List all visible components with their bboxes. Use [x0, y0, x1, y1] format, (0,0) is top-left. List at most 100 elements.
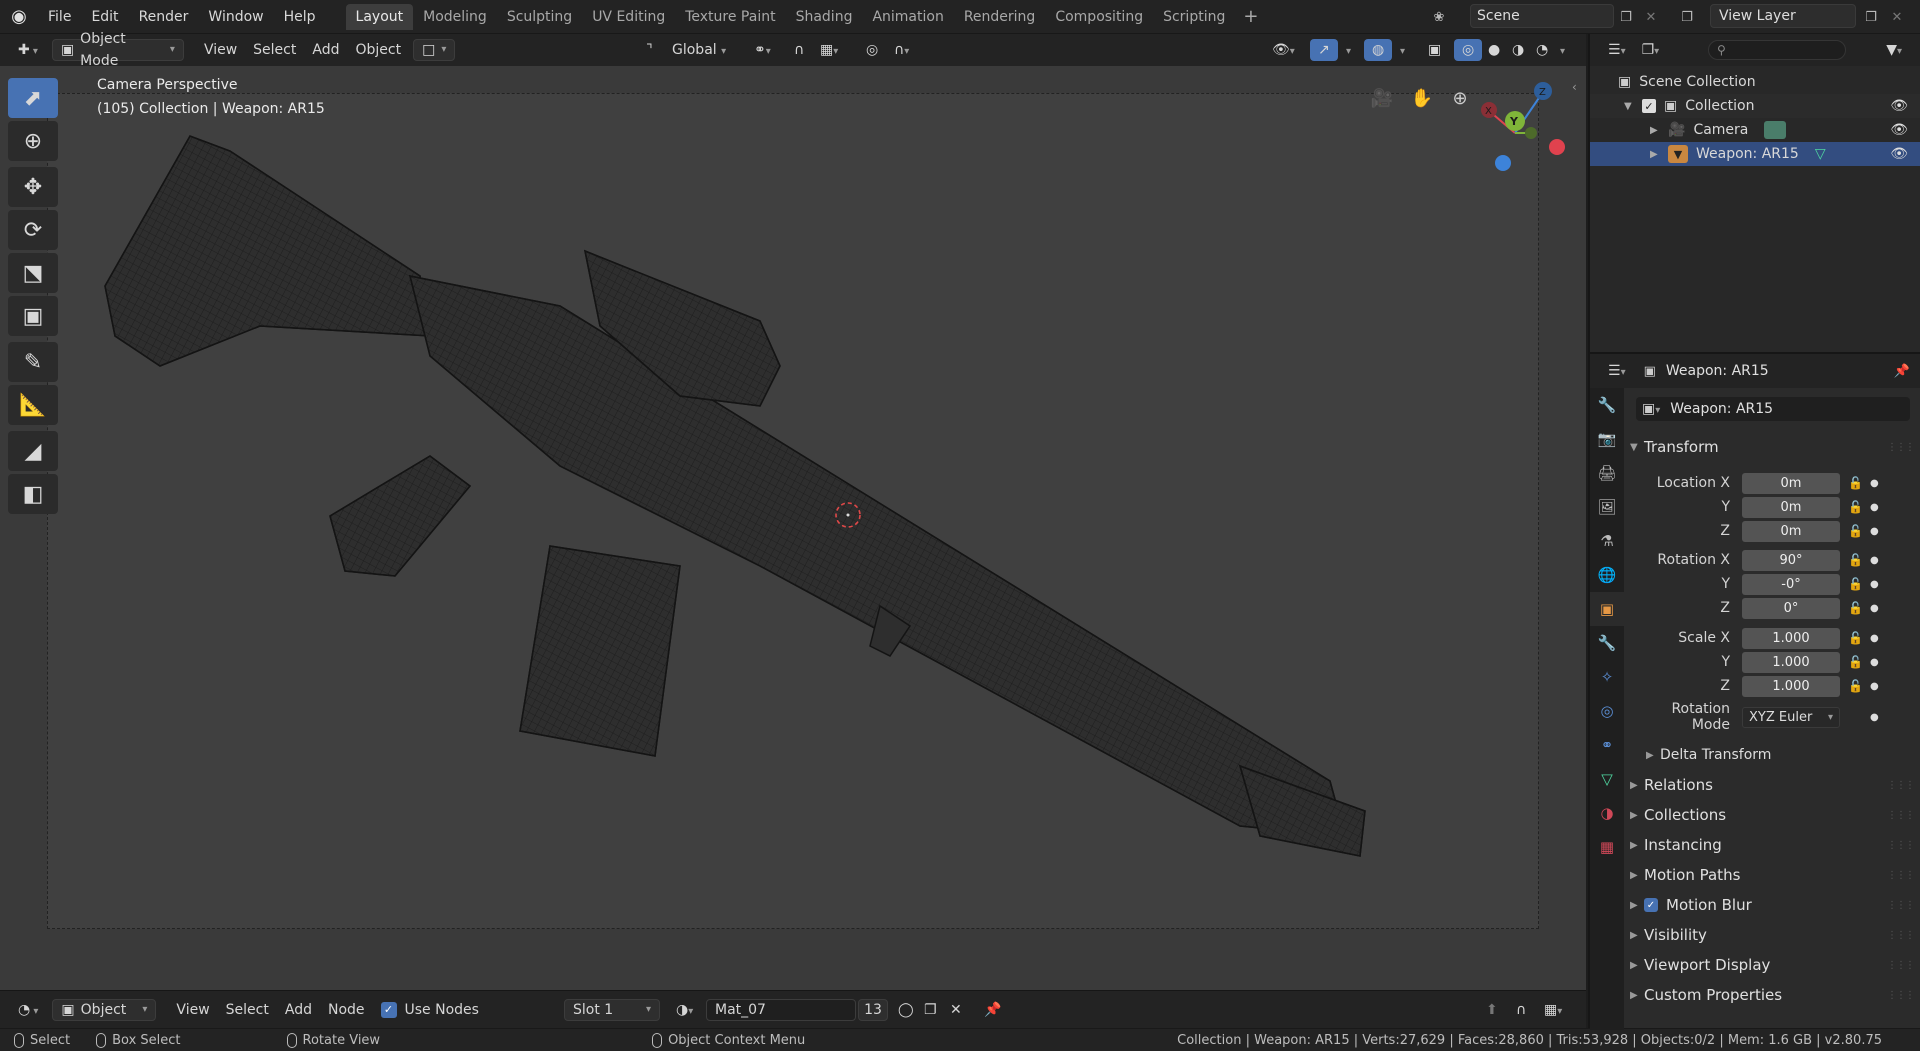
material-browse-icon[interactable]: ◑▾: [668, 999, 701, 1021]
delta-transform-header[interactable]: ▶ Delta Transform: [1646, 743, 1916, 767]
pin-icon[interactable]: 📌: [976, 999, 1009, 1021]
pan-hand-icon[interactable]: ✋: [1406, 82, 1438, 114]
measure-tool-icon[interactable]: 📐: [8, 385, 58, 425]
duplicate-material-icon[interactable]: ❐: [916, 999, 945, 1021]
add-cube-tool-icon[interactable]: ◢: [8, 431, 58, 471]
snap-target-icon[interactable]: ▦▾: [812, 39, 846, 61]
viewport-display-panel-header[interactable]: ▶ Viewport Display ⋮⋮⋮: [1630, 952, 1920, 978]
visibility-icon[interactable]: 👁▾: [1264, 39, 1303, 61]
material-users-count[interactable]: 13: [858, 998, 888, 1021]
node-menu-add[interactable]: Add: [277, 999, 320, 1021]
lock-icon[interactable]: 🔓: [1848, 631, 1866, 645]
output-tab-icon[interactable]: 🖨: [1590, 456, 1624, 490]
new-view-layer-icon[interactable]: ❐: [1860, 6, 1882, 28]
gizmos-dropdown-icon[interactable]: ▾: [1338, 39, 1359, 61]
gizmos-icon[interactable]: ↗: [1310, 39, 1338, 61]
relations-panel-header[interactable]: ▶ Relations ⋮⋮⋮: [1630, 772, 1920, 798]
tool-tab-icon[interactable]: 🔧: [1590, 388, 1624, 422]
disclosure-triangle-icon[interactable]: ▶: [1650, 125, 1664, 136]
camera-data-icon[interactable]: [1764, 121, 1787, 139]
drag-handle-icon[interactable]: ⋮⋮⋮: [1887, 442, 1915, 453]
delete-view-layer-icon[interactable]: ✕: [1886, 6, 1908, 28]
view-layer-icon[interactable]: ❐: [1676, 6, 1698, 28]
slot-dropdown[interactable]: Slot 1 ▾: [564, 998, 660, 1021]
outliner-editor-type-icon[interactable]: ☰▾: [1600, 39, 1634, 61]
transform-panel-header[interactable]: ▼ Transform ⋮⋮⋮: [1630, 434, 1920, 460]
menu-edit[interactable]: Edit: [81, 4, 128, 30]
drag-handle-icon[interactable]: ⋮⋮⋮: [1887, 930, 1915, 941]
physics-tab-icon[interactable]: ◎: [1590, 694, 1624, 728]
wireframe-shading-icon[interactable]: ◎: [1454, 39, 1483, 61]
keyframe-dot-icon[interactable]: ●: [1870, 478, 1879, 489]
orientation-dropdown[interactable]: Global ▾: [664, 39, 734, 61]
disclosure-triangle-icon[interactable]: ▼: [1624, 101, 1638, 112]
keyframe-dot-icon[interactable]: ●: [1870, 633, 1879, 644]
motion-blur-panel-header[interactable]: ▶ ✓ Motion Blur ⋮⋮⋮: [1630, 892, 1920, 918]
snap-grid-icon[interactable]: ▦▾: [1536, 999, 1570, 1021]
location-z-field[interactable]: 0m: [1742, 520, 1840, 542]
menu-select[interactable]: Select: [245, 39, 304, 61]
delete-scene-icon[interactable]: ✕: [1640, 6, 1662, 28]
lock-icon[interactable]: 🔓: [1848, 476, 1866, 490]
tab-modeling[interactable]: Modeling: [413, 4, 497, 30]
outliner-item-camera[interactable]: ▶ 🎥 Camera 👁: [1590, 118, 1920, 142]
new-scene-icon[interactable]: ❐: [1615, 6, 1637, 28]
data-tab-icon[interactable]: ▽: [1590, 762, 1624, 796]
lock-icon[interactable]: 🔓: [1848, 679, 1866, 693]
scene-selector-icon[interactable]: ❀: [1428, 6, 1450, 28]
parent-node-tree-icon[interactable]: ⬆: [1478, 999, 1506, 1021]
particles-tab-icon[interactable]: ✧: [1590, 660, 1624, 694]
outliner-scene-collection[interactable]: ▣ Scene Collection: [1590, 70, 1920, 94]
keyframe-dot-icon[interactable]: ●: [1870, 526, 1879, 537]
visibility-panel-header[interactable]: ▶ Visibility ⋮⋮⋮: [1630, 922, 1920, 948]
tab-scripting[interactable]: Scripting: [1153, 4, 1235, 30]
lock-icon[interactable]: 🔓: [1848, 524, 1866, 538]
menu-window[interactable]: Window: [198, 4, 273, 30]
editor-type-icon[interactable]: ◔ ▾: [10, 999, 46, 1021]
blender-logo-icon[interactable]: ◉: [0, 0, 38, 34]
eye-icon[interactable]: 👁: [1890, 146, 1908, 162]
ar15-wireframe-model[interactable]: X Y Z: [0, 66, 1586, 990]
object-tab-icon[interactable]: ▣: [1590, 592, 1624, 626]
scale-y-field[interactable]: 1.000: [1742, 651, 1840, 673]
shader-type-dropdown[interactable]: ▣ Object ▾: [52, 998, 157, 1021]
tab-layout[interactable]: Layout: [345, 3, 414, 30]
drag-handle-icon[interactable]: ⋮⋮⋮: [1887, 810, 1915, 821]
tab-texture-paint[interactable]: Texture Paint: [675, 4, 785, 30]
filter-icon[interactable]: ▼▾: [1878, 39, 1910, 61]
material-tab-icon[interactable]: ◑: [1590, 796, 1624, 830]
menu-file[interactable]: File: [38, 4, 81, 30]
transform-orientation-icon[interactable]: ⌝: [638, 39, 661, 61]
rotation-x-field[interactable]: 90°: [1742, 549, 1840, 571]
node-menu-select[interactable]: Select: [218, 999, 277, 1021]
texture-tab-icon[interactable]: ▦: [1590, 830, 1624, 864]
world-tab-icon[interactable]: 🌐: [1590, 558, 1624, 592]
location-y-field[interactable]: 0m: [1742, 496, 1840, 518]
display-mode-icon[interactable]: ❐▾: [1634, 39, 1668, 61]
menu-add[interactable]: Add: [304, 39, 347, 61]
scale-z-field[interactable]: 1.000: [1742, 675, 1840, 697]
lock-icon[interactable]: 🔓: [1848, 601, 1866, 615]
menu-render[interactable]: Render: [129, 4, 199, 30]
keyframe-dot-icon[interactable]: ●: [1870, 579, 1879, 590]
drag-handle-icon[interactable]: ⋮⋮⋮: [1887, 840, 1915, 851]
disclosure-triangle-icon[interactable]: ▶: [1650, 149, 1664, 160]
rotation-mode-dropdown[interactable]: XYZ Euler ▾: [1742, 706, 1840, 728]
box-tool-icon[interactable]: ◧: [8, 474, 58, 514]
scene-field[interactable]: Scene: [1470, 4, 1614, 28]
keyframe-dot-icon[interactable]: ●: [1870, 555, 1879, 566]
rotation-z-field[interactable]: 0°: [1742, 597, 1840, 619]
motion-paths-panel-header[interactable]: ▶ Motion Paths ⋮⋮⋮: [1630, 862, 1920, 888]
move-tool-icon[interactable]: ✥: [8, 167, 58, 207]
tab-sculpting[interactable]: Sculpting: [497, 4, 582, 30]
mode-dropdown[interactable]: ▣ Object Mode ▾: [51, 31, 184, 69]
checkbox-checked-icon[interactable]: ✓: [1644, 898, 1658, 912]
scale-x-field[interactable]: 1.000: [1742, 627, 1840, 649]
overlays-dropdown-icon[interactable]: ▾: [1392, 39, 1413, 61]
proportional-edit-icon[interactable]: ◎: [858, 39, 886, 61]
eye-icon[interactable]: 👁: [1890, 98, 1908, 114]
snap-node-icon[interactable]: ∩: [1508, 999, 1534, 1021]
rotate-tool-icon[interactable]: ⟳: [8, 210, 58, 250]
keyframe-dot-icon[interactable]: ●: [1870, 657, 1879, 668]
scene-tab-icon[interactable]: ⚗: [1590, 524, 1624, 558]
